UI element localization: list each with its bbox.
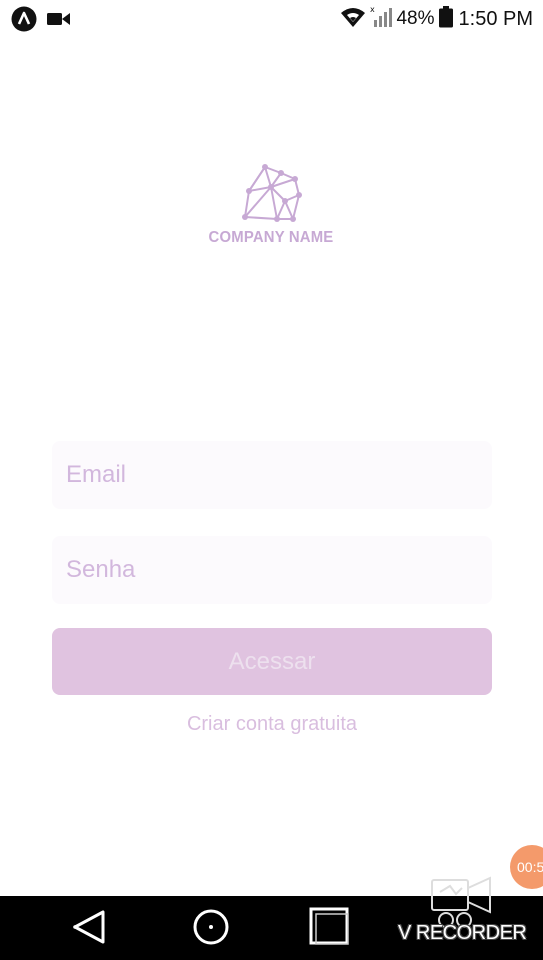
- back-icon: [69, 907, 109, 952]
- svg-text:x: x: [370, 5, 375, 14]
- network-polygon-logo-icon: [241, 162, 303, 229]
- recorder-watermark: V RECORDER: [398, 872, 538, 952]
- create-account-link[interactable]: Criar conta gratuita: [52, 713, 492, 736]
- back-button[interactable]: [66, 906, 112, 952]
- email-input[interactable]: [52, 441, 492, 509]
- battery-percent: 48%: [396, 8, 435, 29]
- app-notification-icon: [11, 6, 37, 37]
- recorder-watermark-text: V RECORDER: [398, 922, 527, 944]
- home-icon: [191, 907, 231, 952]
- video-camera-icon: [47, 11, 71, 32]
- home-button[interactable]: [188, 906, 234, 952]
- status-bar-right: x 48% 1:50 PM: [340, 5, 533, 34]
- recent-apps-button[interactable]: [307, 906, 353, 952]
- company-name: COMPANY NAME: [208, 229, 334, 246]
- email-field-container: [52, 441, 492, 509]
- signal-icon: x: [370, 5, 393, 34]
- company-logo: COMPANY NAME: [171, 162, 371, 252]
- wifi-icon: [340, 6, 366, 33]
- status-clock: 1:50 PM: [458, 7, 533, 30]
- recent-apps-icon: [308, 906, 352, 953]
- battery-icon: [438, 5, 453, 33]
- login-button[interactable]: Acessar: [52, 628, 492, 695]
- status-bar: x 48% 1:50 PM: [0, 0, 543, 38]
- password-field-container: [52, 536, 492, 604]
- password-input[interactable]: [52, 536, 492, 604]
- login-screen: x 48% 1:50 PM COMPANY NAME Email Acessar…: [0, 0, 543, 960]
- status-bar-left: [11, 6, 71, 37]
